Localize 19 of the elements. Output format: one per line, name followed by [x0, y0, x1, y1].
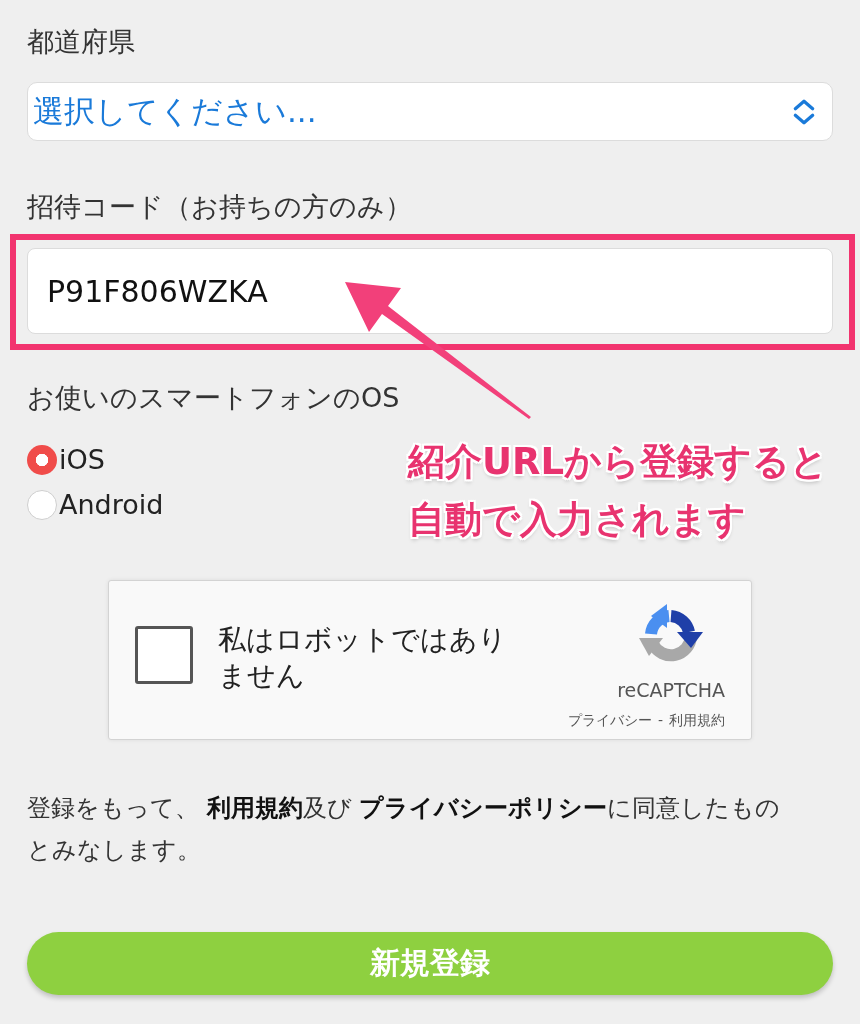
- annotation-text: 自動で入力されます: [407, 497, 747, 543]
- separator-text: -: [657, 711, 663, 730]
- consent-text: 登録をもって、 利用規約及び プライバシーポリシーに同意したものとみなします。: [27, 793, 782, 866]
- privacy-link[interactable]: プライバシー: [567, 710, 652, 730]
- field-label: 招待コード（お持ちの方のみ）: [27, 190, 413, 224]
- prefecture-select[interactable]: 選択してください...: [27, 82, 833, 141]
- chevron-updown-icon: [793, 98, 815, 125]
- field-label: お使いのスマートフォンのOS: [27, 381, 401, 415]
- radio-label[interactable]: iOS: [59, 444, 105, 475]
- field-label: 都道府県: [27, 25, 136, 59]
- brand-text: reCAPTCHA: [617, 678, 725, 702]
- radio-button[interactable]: [27, 444, 57, 475]
- radio-label[interactable]: Android: [59, 489, 164, 520]
- checkbox-label: 私はロボットではありません: [218, 622, 508, 694]
- checkbox[interactable]: [135, 626, 193, 684]
- terms-link[interactable]: 利用規約: [669, 710, 725, 730]
- invite-code-field[interactable]: P91F806WZKA: [27, 248, 833, 334]
- radio-button[interactable]: [27, 489, 57, 520]
- annotation-text: 紹介URLから登録すると: [407, 439, 828, 485]
